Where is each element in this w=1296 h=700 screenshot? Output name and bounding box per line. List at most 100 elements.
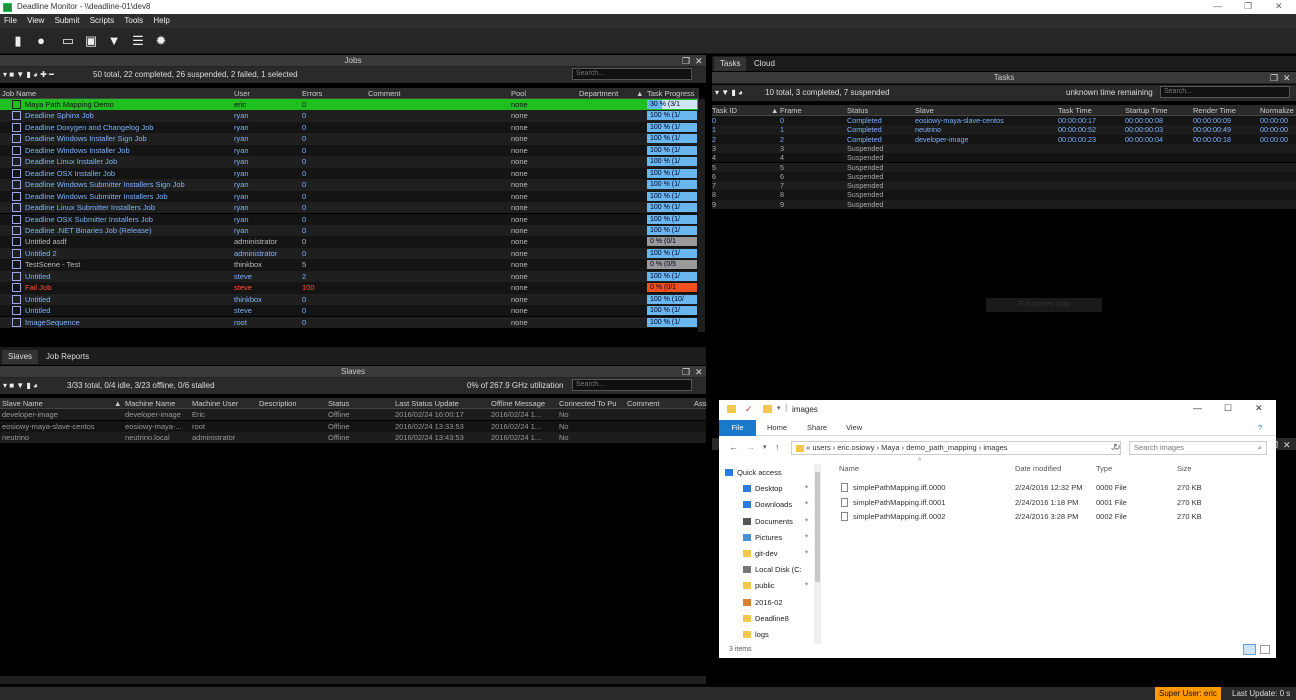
nav-item[interactable]: Deadline8 xyxy=(743,614,789,623)
col-startup-time[interactable]: Startup Time xyxy=(1125,106,1168,115)
float-panel-icon[interactable]: ❐ xyxy=(682,366,690,378)
slave-row[interactable]: eosiowy-maya-slave-centos eosiowy-maya-..… xyxy=(0,420,706,432)
col-slave-name[interactable]: Slave Name xyxy=(2,399,43,408)
col-assigned[interactable]: Ass xyxy=(694,399,707,408)
job-row[interactable]: Deadline Sphinx Job ryan 0 none 100 % (1/ xyxy=(0,110,698,122)
nav-item[interactable]: Quick access xyxy=(725,468,782,477)
col-slave[interactable]: Slave xyxy=(915,106,934,115)
col-offline-message[interactable]: Offline Message xyxy=(491,399,545,408)
close-panel-icon[interactable]: ✕ xyxy=(1283,72,1291,84)
pin-icon[interactable]: ✦ xyxy=(804,484,809,491)
recent-dropdown-icon[interactable]: ▾ xyxy=(763,443,767,451)
job-row[interactable]: Deadline .NET Binaries Job (Release) ryan… xyxy=(0,224,698,237)
job-row[interactable]: Deadline Windows Submitter Installers Si… xyxy=(0,179,698,191)
col-connected-to-pulse[interactable]: Connected To Pu xyxy=(559,399,616,408)
job-row[interactable]: Deadline OSX Submitter Installers Job rya… xyxy=(0,213,698,225)
job-row[interactable]: Deadline Doxygen and Changelog Job ryan 0 n… xyxy=(0,121,698,134)
col-normalized[interactable]: Normalize xyxy=(1260,106,1294,115)
tab-tasks[interactable]: Tasks xyxy=(714,57,747,71)
search-icon[interactable]: ⌕ xyxy=(1258,442,1262,454)
menu-tools[interactable]: Tools xyxy=(120,14,147,25)
slaves-h-scrollbar[interactable] xyxy=(0,676,706,684)
tab-cloud[interactable]: Cloud xyxy=(748,57,781,71)
menu-file[interactable]: File xyxy=(0,14,21,25)
col-task-id[interactable]: Task ID xyxy=(712,106,737,115)
col-frame[interactable]: Frame xyxy=(780,106,802,115)
task-row[interactable]: 2 2 Completed developer-image 00:00:00:23 00:… xyxy=(712,134,1296,144)
job-row[interactable]: Deadline Linux Submitter Installers Job r… xyxy=(0,202,698,214)
menu-help[interactable]: Help xyxy=(149,14,173,25)
nav-scrollbar[interactable] xyxy=(814,464,821,644)
task-row[interactable]: 7 7 Suspended xyxy=(712,181,1296,191)
maximize-button[interactable]: ☐ xyxy=(1224,403,1232,414)
col-type[interactable]: Type xyxy=(1096,464,1112,473)
job-row[interactable]: Deadline Linux Installer Job ryan 0 none 100… xyxy=(0,156,698,168)
tasks-search-input[interactable]: Search... xyxy=(1160,86,1290,98)
pin-icon[interactable]: ✦ xyxy=(804,517,809,524)
pin-icon[interactable]: ✦ xyxy=(804,533,809,540)
col-comment[interactable]: Comment xyxy=(627,399,660,408)
repository-icon[interactable]: ▮ xyxy=(10,33,26,49)
tab-slaves[interactable]: Slaves xyxy=(2,350,39,364)
ribbon-home-tab[interactable]: Home xyxy=(767,423,787,432)
menu-scripts[interactable]: Scripts xyxy=(86,14,118,25)
jobs-filter-icons[interactable]: ▾ ■ ▼ ▮ ◕ ✚ ━ xyxy=(3,70,54,79)
nav-item[interactable]: logs xyxy=(743,630,769,639)
maximize-button[interactable]: ❐ xyxy=(1244,1,1252,12)
job-row[interactable]: Untitled 2 administrator 0 none 100 % (1/ xyxy=(0,247,698,260)
menu-submit[interactable]: Submit xyxy=(51,14,84,25)
minimize-button[interactable]: — xyxy=(1213,1,1222,11)
address-images[interactable]: images xyxy=(983,443,1007,452)
jobs-search-input[interactable]: Search... xyxy=(572,68,692,80)
col-status[interactable]: Status xyxy=(328,399,349,408)
job-row[interactable]: Maya Path Mapping Demo eric 0 none 30 % (3/1 xyxy=(0,99,698,111)
col-machine-name[interactable]: Machine Name xyxy=(125,399,175,408)
col-name[interactable]: Name xyxy=(839,464,859,473)
address-demo-path-mapping[interactable]: demo_path_mapping xyxy=(906,443,976,452)
float-panel-icon[interactable]: ❐ xyxy=(1270,72,1278,84)
file-name[interactable]: simplePathMapping.iff.0001 xyxy=(853,498,945,507)
qat-dropdown-icon[interactable]: ▾ xyxy=(777,404,781,412)
nav-item[interactable]: Desktop xyxy=(743,484,783,493)
ribbon-share-tab[interactable]: Share xyxy=(807,423,827,432)
new-folder-icon[interactable] xyxy=(763,405,772,413)
ribbon-view-tab[interactable]: View xyxy=(846,423,862,432)
file-name[interactable]: simplePathMapping.iff.0002 xyxy=(853,512,945,521)
bookmark-icon[interactable]: ▼ xyxy=(106,33,122,49)
col-department[interactable]: Department xyxy=(579,89,618,98)
address-users[interactable]: users xyxy=(812,443,830,452)
job-row[interactable]: TestScene - Test thinkbox 5 none 0 % (0/5 xyxy=(0,259,698,271)
back-icon[interactable]: ← xyxy=(729,442,738,452)
task-row[interactable]: 5 5 Suspended xyxy=(712,162,1296,172)
nav-item[interactable]: public xyxy=(743,581,775,590)
address-eric[interactable]: eric.osiowy xyxy=(837,443,874,452)
job-row[interactable]: Deadline Windows Submitter Installers Jo… xyxy=(0,190,698,202)
job-row[interactable]: Deadline OSX Installer Job ryan 0 none 100 %… xyxy=(0,167,698,180)
jobs-scrollbar[interactable] xyxy=(698,99,705,332)
explorer-search-input[interactable]: Search images ⌕ xyxy=(1129,441,1267,455)
close-panel-icon[interactable]: ✕ xyxy=(695,366,703,378)
col-job-name[interactable]: Job Name xyxy=(2,89,36,98)
pin-icon[interactable]: ✦ xyxy=(804,581,809,588)
close-panel-icon[interactable]: ✕ xyxy=(1283,439,1291,451)
slaves-search-input[interactable]: Search... xyxy=(572,379,692,391)
up-icon[interactable]: ↑ xyxy=(775,442,780,452)
job-row[interactable]: Untitled asdf administrator 0 none 0 % (0/1 xyxy=(0,236,698,248)
pin-icon[interactable]: ✦ xyxy=(804,549,809,556)
col-comment[interactable]: Comment xyxy=(368,89,401,98)
pin-icon[interactable]: ✦ xyxy=(804,500,809,507)
address-bar[interactable]: « users › eric.osiowy › Maya › demo_path… xyxy=(791,441,1121,455)
task-row[interactable]: 3 3 Suspended xyxy=(712,143,1296,154)
job-row[interactable]: Untitled steve 2 none 100 % (1/ xyxy=(0,270,698,283)
col-errors[interactable]: Errors xyxy=(302,89,322,98)
refresh-icon[interactable]: ↻ xyxy=(1113,442,1121,453)
task-row[interactable]: 8 8 Suspended xyxy=(712,190,1296,200)
col-task-time[interactable]: Task Time xyxy=(1058,106,1092,115)
col-pool[interactable]: Pool xyxy=(511,89,526,98)
slaves-filter-icons[interactable]: ▾ ■ ▼ ▮ ◕ xyxy=(3,381,38,390)
nav-item[interactable]: 2016-02 xyxy=(743,598,783,607)
job-row[interactable]: Deadline Windows Installer Job ryan 0 none 1… xyxy=(0,144,698,157)
slave-row[interactable]: neutrino neutrino.local administrator Offli… xyxy=(0,432,706,444)
col-machine-user[interactable]: Machine User xyxy=(192,399,238,408)
col-description[interactable]: Description xyxy=(259,399,297,408)
